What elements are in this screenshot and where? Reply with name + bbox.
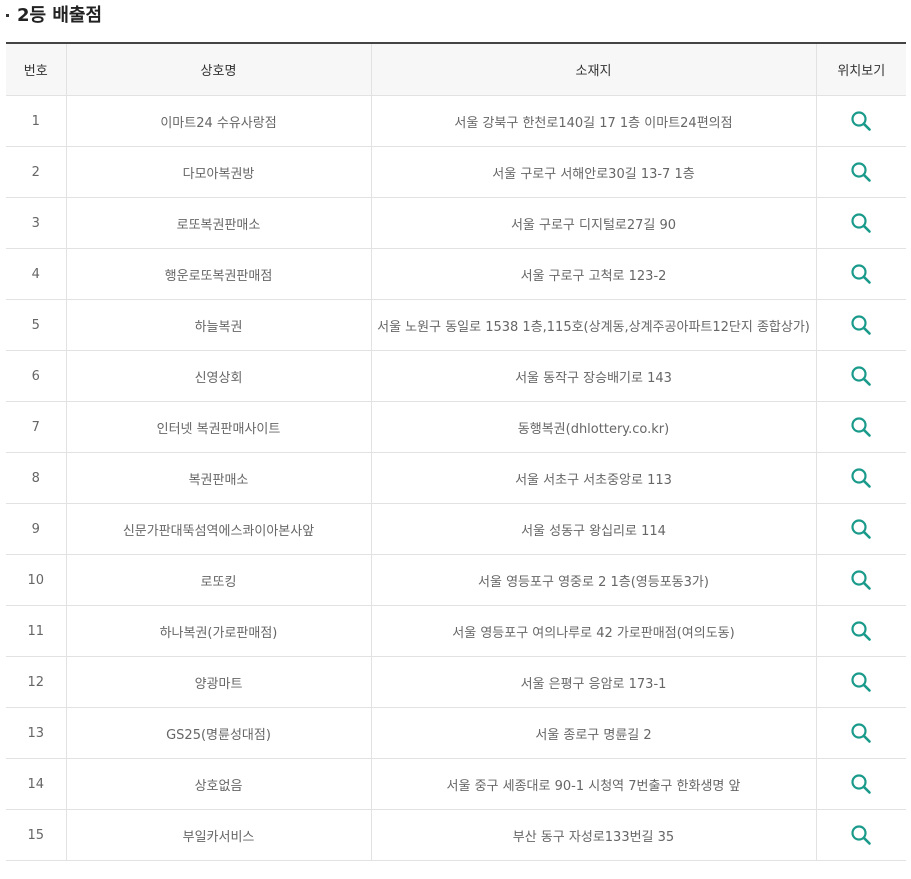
row-address: 서울 은평구 응암로 173-1 xyxy=(371,656,817,708)
row-address: 서울 영등포구 영중로 2 1층(영등포동3가) xyxy=(371,554,817,606)
row-location-cell xyxy=(816,452,906,504)
header-no: 번호 xyxy=(6,42,67,96)
search-icon[interactable] xyxy=(850,416,872,438)
table-row: 7 인터넷 복권판매사이트 동행복권(dhlottery.co.kr) xyxy=(6,401,906,453)
row-store-name: GS25(명륜성대점) xyxy=(66,707,372,759)
search-icon[interactable] xyxy=(850,212,872,234)
row-number: 12 xyxy=(6,656,67,708)
row-address: 서울 구로구 고척로 123-2 xyxy=(371,248,817,300)
row-store-name: 로또킹 xyxy=(66,554,372,606)
row-address: 서울 동작구 장승배기로 143 xyxy=(371,350,817,402)
search-icon[interactable] xyxy=(850,314,872,336)
table-row: 15 부일카서비스 부산 동구 자성로133번길 35 xyxy=(6,809,906,861)
table-row: 9 신문가판대뚝섬역에스콰이아본사앞 서울 성동구 왕십리로 114 xyxy=(6,503,906,555)
row-store-name: 신문가판대뚝섬역에스콰이아본사앞 xyxy=(66,503,372,555)
search-icon[interactable] xyxy=(850,824,872,846)
search-icon[interactable] xyxy=(850,620,872,642)
row-store-name: 복권판매소 xyxy=(66,452,372,504)
row-location-cell xyxy=(816,809,906,861)
row-address: 서울 구로구 서해안로30길 13-7 1층 xyxy=(371,146,817,198)
row-address: 서울 중구 세종대로 90-1 시청역 7번출구 한화생명 앞 xyxy=(371,758,817,810)
table-row: 11 하나복권(가로판매점) 서울 영등포구 여의나루로 42 가로판매점(여의도동… xyxy=(6,605,906,657)
row-store-name: 하늘복권 xyxy=(66,299,372,351)
row-number: 10 xyxy=(6,554,67,606)
search-icon[interactable] xyxy=(850,263,872,285)
page-title-text: 2등 배출점 xyxy=(17,5,103,26)
table-row: 4 행운로또복권판매점 서울 구로구 고척로 123-2 xyxy=(6,248,906,300)
row-number: 3 xyxy=(6,197,67,249)
search-icon[interactable] xyxy=(850,518,872,540)
row-number: 15 xyxy=(6,809,67,861)
row-store-name: 상호없음 xyxy=(66,758,372,810)
table-row: 12 양광마트 서울 은평구 응암로 173-1 xyxy=(6,656,906,708)
header-address: 소재지 xyxy=(371,42,817,96)
row-location-cell xyxy=(816,401,906,453)
search-icon[interactable] xyxy=(850,722,872,744)
table-row: 6 신영상회 서울 동작구 장승배기로 143 xyxy=(6,350,906,402)
row-number: 1 xyxy=(6,95,67,147)
row-location-cell xyxy=(816,605,906,657)
row-number: 4 xyxy=(6,248,67,300)
row-location-cell xyxy=(816,197,906,249)
table-row: 8 복권판매소 서울 서초구 서초중앙로 113 xyxy=(6,452,906,504)
search-icon[interactable] xyxy=(850,110,872,132)
row-address: 서울 구로구 디지털로27길 90 xyxy=(371,197,817,249)
row-number: 5 xyxy=(6,299,67,351)
header-location: 위치보기 xyxy=(816,42,906,96)
row-store-name: 이마트24 수유사랑점 xyxy=(66,95,372,147)
table-row: 3 로또복권판매소 서울 구로구 디지털로27길 90 xyxy=(6,197,906,249)
row-location-cell xyxy=(816,503,906,555)
row-location-cell xyxy=(816,554,906,606)
row-address: 서울 강북구 한천로140길 17 1층 이마트24편의점 xyxy=(371,95,817,147)
winning-store-table: 번호 상호명 소재지 위치보기 1 이마트24 수유사랑점 서울 강북구 한천로14… xyxy=(6,42,906,861)
table-row: 5 하늘복권 서울 노원구 동일로 1538 1층,115호(상계동,상계주공아파트… xyxy=(6,299,906,351)
row-store-name: 신영상회 xyxy=(66,350,372,402)
row-location-cell xyxy=(816,656,906,708)
page-title: 2등 배출점 xyxy=(6,0,102,32)
row-store-name: 다모아복권방 xyxy=(66,146,372,198)
row-location-cell xyxy=(816,248,906,300)
search-icon[interactable] xyxy=(850,671,872,693)
row-location-cell xyxy=(816,95,906,147)
search-icon[interactable] xyxy=(850,773,872,795)
search-icon[interactable] xyxy=(850,467,872,489)
table-row: 2 다모아복권방 서울 구로구 서해안로30길 13-7 1층 xyxy=(6,146,906,198)
header-name: 상호명 xyxy=(66,42,372,96)
table-row: 13 GS25(명륜성대점) 서울 종로구 명륜길 2 xyxy=(6,707,906,759)
row-address: 서울 종로구 명륜길 2 xyxy=(371,707,817,759)
row-number: 8 xyxy=(6,452,67,504)
row-location-cell xyxy=(816,350,906,402)
row-number: 11 xyxy=(6,605,67,657)
row-store-name: 행운로또복권판매점 xyxy=(66,248,372,300)
row-address: 서울 노원구 동일로 1538 1층,115호(상계동,상계주공아파트12단지 … xyxy=(371,299,817,351)
row-number: 6 xyxy=(6,350,67,402)
row-location-cell xyxy=(816,707,906,759)
row-address: 부산 동구 자성로133번길 35 xyxy=(371,809,817,861)
row-store-name: 인터넷 복권판매사이트 xyxy=(66,401,372,453)
row-address: 서울 서초구 서초중앙로 113 xyxy=(371,452,817,504)
row-number: 13 xyxy=(6,707,67,759)
search-icon[interactable] xyxy=(850,569,872,591)
row-location-cell xyxy=(816,758,906,810)
row-store-name: 부일카서비스 xyxy=(66,809,372,861)
row-location-cell xyxy=(816,146,906,198)
row-location-cell xyxy=(816,299,906,351)
row-store-name: 양광마트 xyxy=(66,656,372,708)
row-number: 2 xyxy=(6,146,67,198)
table-row: 10 로또킹 서울 영등포구 영중로 2 1층(영등포동3가) xyxy=(6,554,906,606)
table-row: 14 상호없음 서울 중구 세종대로 90-1 시청역 7번출구 한화생명 앞 xyxy=(6,758,906,810)
search-icon[interactable] xyxy=(850,161,872,183)
row-address: 서울 성동구 왕십리로 114 xyxy=(371,503,817,555)
row-store-name: 하나복권(가로판매점) xyxy=(66,605,372,657)
table-header-row: 번호 상호명 소재지 위치보기 xyxy=(6,42,906,96)
table-row: 1 이마트24 수유사랑점 서울 강북구 한천로140길 17 1층 이마트24편의… xyxy=(6,95,906,147)
row-number: 9 xyxy=(6,503,67,555)
title-bullet xyxy=(6,13,9,17)
row-address: 동행복권(dhlottery.co.kr) xyxy=(371,401,817,453)
row-address: 서울 영등포구 여의나루로 42 가로판매점(여의도동) xyxy=(371,605,817,657)
search-icon[interactable] xyxy=(850,365,872,387)
row-number: 14 xyxy=(6,758,67,810)
row-number: 7 xyxy=(6,401,67,453)
row-store-name: 로또복권판매소 xyxy=(66,197,372,249)
